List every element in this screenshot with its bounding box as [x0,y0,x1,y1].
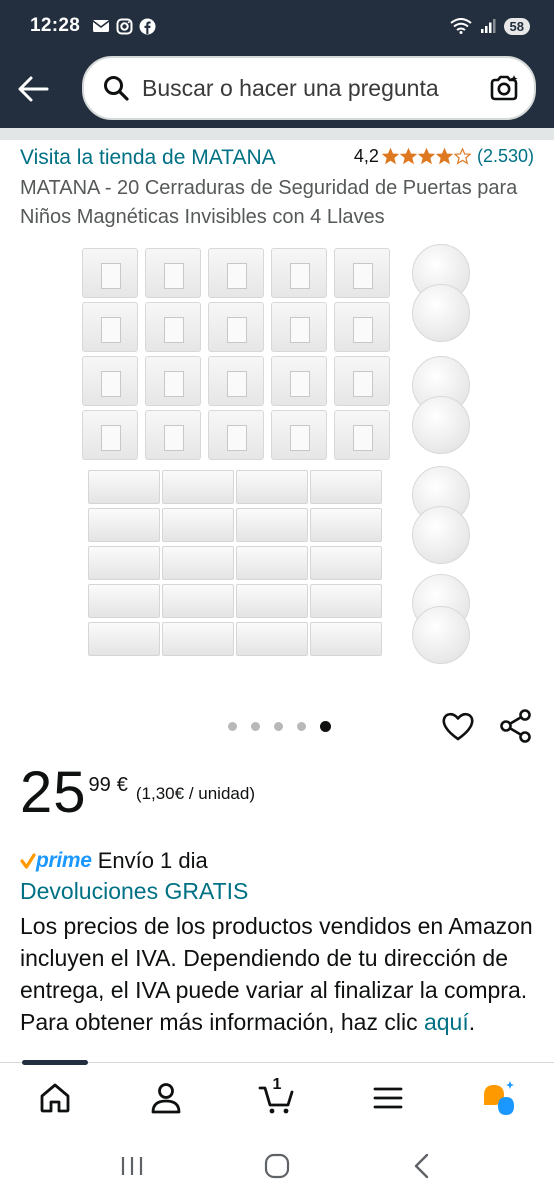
tax-info-link[interactable]: aquí [424,1009,469,1035]
search-icon [104,76,129,101]
star-full-icon [435,148,453,165]
search-placeholder: Buscar o hacer una pregunta [142,74,439,101]
share-button[interactable] [498,708,534,744]
prime-logo: prime [20,849,92,873]
store-link[interactable]: Visita la tienda de MATANA [20,146,276,170]
home-button[interactable] [259,1148,295,1184]
pagination-dot[interactable] [251,722,260,731]
status-bar: 12:28 58 [0,0,554,52]
rufus-ai-icon [483,1080,514,1115]
free-returns-link[interactable]: Devoluciones GRATIS [20,878,248,905]
rating-value: 4,2 [353,146,379,166]
back-arrow-icon [18,76,49,102]
pagination-dot-active[interactable] [320,721,331,732]
prime-label: prime [36,849,92,872]
battery-icon: 58 [503,17,530,35]
home-circle-icon [264,1153,290,1179]
prime-delivery: prime Envío 1 dia [20,848,208,874]
account-icon [151,1082,181,1113]
back-button[interactable] [14,70,52,108]
rating-stars [381,148,471,165]
wifi-icon [449,18,472,34]
nav-account[interactable] [111,1063,222,1132]
image-pagination[interactable] [228,721,331,732]
price: 25 99 € (1,30€ / unidad) [20,760,255,826]
price-fraction: 99 [88,774,111,796]
pagination-dot[interactable] [228,722,237,731]
tax-info-end: . [468,1009,476,1035]
rating-count: (2.530) [476,146,534,166]
status-time: 12:28 [30,15,81,36]
system-status-icons: 58 [449,17,530,35]
recent-apps-button[interactable] [114,1148,150,1184]
product-title: MATANA - 20 Cerraduras de Seguridad de P… [20,177,518,228]
share-icon [500,709,531,743]
heart-icon [442,712,474,741]
delivery-text: Envío 1 dia [97,848,208,873]
cart-count: 1 [272,1076,282,1093]
facebook-icon [139,18,156,34]
prime-check-icon [20,853,36,869]
nav-rufus[interactable] [443,1063,554,1132]
system-back-button[interactable] [404,1148,440,1184]
home-icon [40,1083,70,1112]
star-empty-icon [453,148,471,165]
tax-info: Los precios de los productos vendidos en… [20,910,536,1038]
star-full-icon [417,148,435,165]
mail-icon [92,20,110,32]
bottom-nav: 1 [0,1060,554,1132]
menu-icon [373,1087,403,1108]
star-full-icon [399,148,417,165]
product-rating[interactable]: 4,2 (2.530) [354,146,534,167]
recent-apps-icon [122,1157,143,1175]
nav-home[interactable] [0,1063,111,1132]
chevron-left-icon [414,1153,428,1179]
product-image[interactable] [78,244,478,664]
camera-search-icon[interactable] [488,72,520,104]
nav-cart[interactable]: 1 [222,1063,333,1132]
wishlist-button[interactable] [440,708,476,744]
signal-icon [480,19,496,33]
instagram-icon [116,18,133,34]
app-header: Buscar o hacer una pregunta [0,52,554,128]
pagination-dot[interactable] [297,722,306,731]
price-whole: 25 [20,760,87,825]
pagination-dot[interactable] [274,722,283,731]
search-input[interactable]: Buscar o hacer una pregunta [82,56,536,120]
unit-price: (1,30€ / unidad) [135,784,255,803]
system-nav-bar [0,1132,554,1200]
price-currency: € [116,774,128,796]
header-divider [0,128,554,140]
star-full-icon [381,148,399,165]
nav-menu[interactable] [332,1063,443,1132]
notification-icons [92,18,156,35]
